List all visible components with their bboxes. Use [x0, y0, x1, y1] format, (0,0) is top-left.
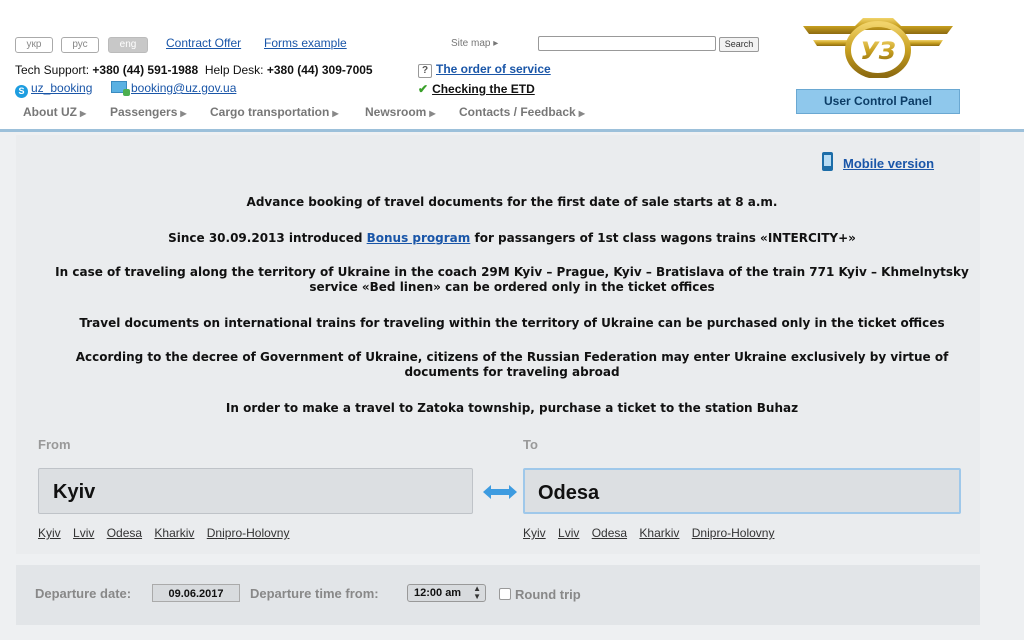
email-contact: booking@uz.gov.ua: [111, 81, 236, 96]
nav-label: Cargo transportation: [210, 105, 330, 119]
to-label: To: [523, 437, 538, 452]
departure-time-value: 12:00 am: [414, 587, 462, 599]
skype-contact: Suz_booking: [15, 81, 92, 98]
bonus-program-link[interactable]: Bonus program: [367, 231, 471, 245]
mobile-version-link[interactable]: Mobile version: [843, 156, 934, 171]
lang-ukr-button[interactable]: укр: [15, 37, 53, 53]
question-icon: ?: [418, 64, 432, 78]
notice-text: for passangers of 1st class wagons train…: [470, 231, 856, 245]
round-trip-label: Round trip: [515, 587, 581, 602]
user-control-panel-button[interactable]: User Control Panel: [796, 89, 960, 114]
nav-label: Newsroom: [365, 105, 427, 119]
mail-icon: [111, 81, 130, 96]
uz-logo[interactable]: УЗ: [797, 12, 959, 78]
search-input[interactable]: [538, 36, 716, 51]
help-desk-label: Help Desk:: [204, 63, 264, 77]
chevron-right-icon: ▶: [429, 109, 436, 118]
notice-line: According to the decree of Government of…: [75, 350, 949, 364]
updown-icon: ▲ ▼: [473, 584, 481, 601]
departure-time-select[interactable]: 12:00 am ▲ ▼: [407, 584, 486, 602]
checking-etd-link[interactable]: Checking the ETD: [432, 82, 535, 96]
round-trip[interactable]: Round trip: [499, 587, 581, 602]
lang-eng-button[interactable]: eng: [108, 37, 148, 53]
quick-station-link[interactable]: Dnipro-Holovny: [692, 526, 775, 540]
tech-support-label: Tech Support:: [15, 63, 90, 77]
quick-station-link[interactable]: Kharkiv: [639, 526, 679, 540]
notice-line: In case of traveling along the territory…: [55, 265, 969, 279]
quick-station-link[interactable]: Lviv: [73, 526, 94, 540]
phone-icon: [822, 152, 833, 171]
notice-line: service «Bed linen» can be ordered only …: [309, 280, 715, 294]
skype-icon: S: [15, 85, 28, 98]
notice-zatoka: In order to make a travel to Zatoka town…: [225, 401, 799, 415]
help-desk-phone: +380 (44) 309-7005: [266, 63, 373, 77]
chevron-right-icon: ▶: [332, 109, 339, 118]
round-trip-checkbox[interactable]: [499, 588, 511, 600]
tech-support-phone: +380 (44) 591-1988: [92, 63, 199, 77]
quick-station-link[interactable]: Kharkiv: [154, 526, 194, 540]
notice-advance-booking: Advance booking of travel documents for …: [246, 195, 778, 209]
nav-passengers[interactable]: Passengers ▶: [110, 105, 187, 119]
skype-link[interactable]: uz_booking: [31, 81, 92, 95]
departure-date-input[interactable]: 09.06.2017: [152, 584, 240, 602]
logo-text: УЗ: [860, 37, 896, 65]
from-label: From: [38, 437, 71, 452]
nav-contacts-feedback[interactable]: Contacts / Feedback ▶: [459, 105, 585, 119]
chevron-right-icon: ▶: [180, 109, 187, 118]
nav-about-uz[interactable]: About UZ ▶: [23, 105, 86, 119]
order-of-service: ? The order of service: [418, 62, 551, 78]
mobile-version: Mobile version: [822, 152, 934, 171]
email-link[interactable]: booking@uz.gov.ua: [131, 81, 236, 95]
nav-newsroom[interactable]: Newsroom ▶: [365, 105, 436, 119]
forms-example-link[interactable]: Forms example: [264, 36, 347, 50]
swap-arrows-icon[interactable]: [483, 485, 517, 499]
lang-rus-button[interactable]: рус: [61, 37, 99, 53]
quick-station-link[interactable]: Odesa: [592, 526, 627, 540]
to-station-input[interactable]: Odesa: [523, 468, 961, 514]
departure-date-label: Departure date:: [35, 586, 132, 601]
chevron-right-icon: ▶: [79, 109, 87, 118]
nav-label: Contacts / Feedback: [459, 105, 576, 119]
notice-text: Since 30.09.2013 introduced: [168, 231, 367, 245]
nav-label: Passengers: [110, 105, 178, 119]
quick-station-link[interactable]: Kyiv: [38, 526, 61, 540]
nav-cargo-transportation[interactable]: Cargo transportation ▶: [210, 105, 339, 119]
contract-offer-link[interactable]: Contract Offer: [166, 36, 241, 50]
to-quick-stations: Kyiv Lviv Odesa Kharkiv Dnipro-Holovny: [523, 526, 774, 540]
notice-bonus-program: Since 30.09.2013 introduced Bonus progra…: [0, 231, 1024, 246]
search-button[interactable]: Search: [719, 37, 759, 52]
from-quick-stations: Kyiv Lviv Odesa Kharkiv Dnipro-Holovny: [38, 526, 289, 540]
support-contacts: Tech Support: +380 (44) 591-1988 Help De…: [15, 63, 373, 77]
quick-station-link[interactable]: Odesa: [107, 526, 142, 540]
checkmark-icon: ✔: [418, 82, 429, 96]
quick-station-link[interactable]: Kyiv: [523, 526, 546, 540]
site-map-link[interactable]: Site map ▸: [451, 38, 498, 49]
from-station-input[interactable]: Kyiv: [38, 468, 473, 514]
checking-etd: ✔ Checking the ETD: [418, 82, 535, 96]
notice-international-trains: Travel documents on international trains…: [79, 316, 945, 330]
nav-label: About UZ: [23, 105, 77, 119]
quick-station-link[interactable]: Dnipro-Holovny: [207, 526, 290, 540]
quick-station-link[interactable]: Lviv: [558, 526, 579, 540]
order-of-service-link[interactable]: The order of service: [436, 62, 551, 76]
notice-bed-linen: In case of traveling along the territory…: [0, 265, 1024, 295]
notice-line: documents for traveling abroad: [404, 365, 620, 379]
chevron-right-icon: ▶: [578, 109, 585, 118]
departure-time-label: Departure time from:: [250, 586, 379, 601]
notice-russian-federation: According to the decree of Government of…: [0, 350, 1024, 380]
